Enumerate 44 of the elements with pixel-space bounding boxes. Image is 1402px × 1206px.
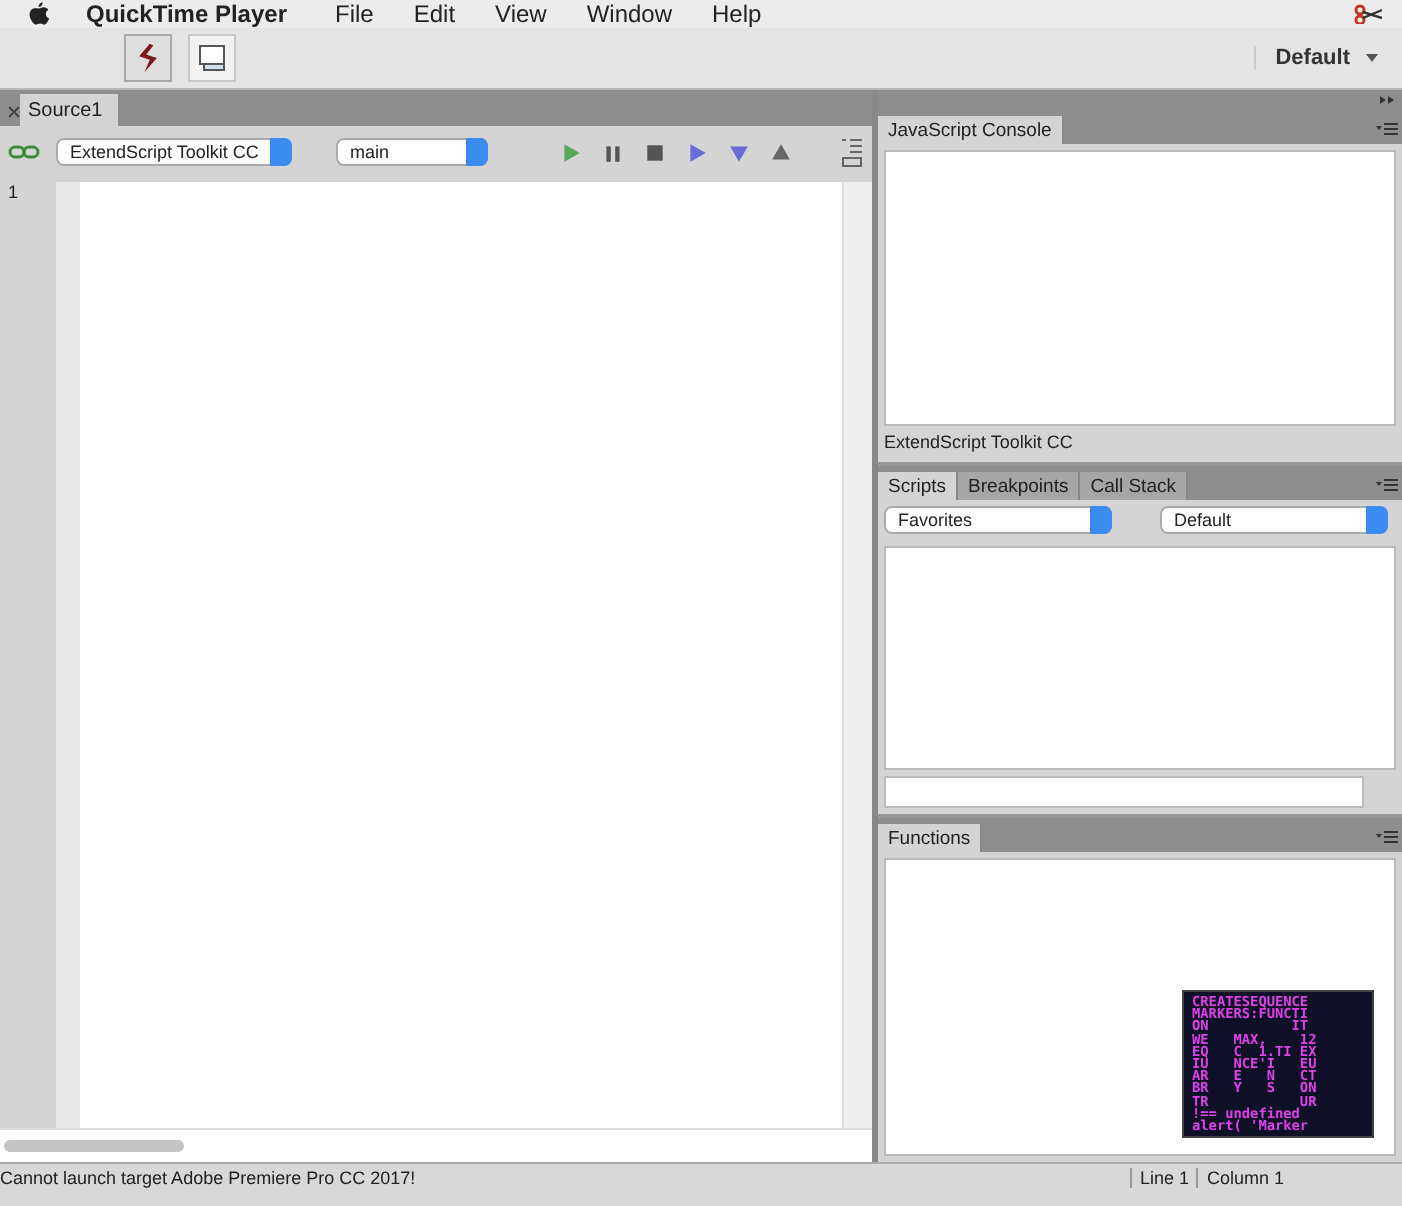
menu-item[interactable]: Help [712,0,762,28]
document-tab[interactable]: Source1 [20,94,119,126]
link-icon[interactable] [8,144,40,160]
panel-tab[interactable]: Functions [878,824,983,852]
close-icon[interactable] [8,106,20,118]
target-dropdown[interactable]: ExtendScript Toolkit CC [56,138,292,166]
caret-icon[interactable] [1366,54,1378,62]
panel-tab[interactable]: Scripts [878,472,959,500]
panel-menu-icon[interactable] [1376,478,1398,492]
run-icon[interactable] [560,141,582,163]
panel-menu-icon[interactable] [1376,830,1398,844]
monitor-icon [196,42,228,74]
scissors-icon[interactable] [1354,4,1382,24]
input-field[interactable] [884,776,1364,808]
panel-tab[interactable]: Breakpoints [958,472,1081,500]
panel-menu-icon[interactable] [1376,122,1398,136]
engine-dropdown[interactable]: main [336,138,488,166]
step-out-icon[interactable] [770,141,792,163]
menu-item[interactable]: View [495,0,547,28]
status-message: Cannot launch target Adobe Premiere Pro CC 2017! [0,1168,416,1188]
apple-icon[interactable] [28,1,50,27]
menu-item[interactable]: Window [586,0,673,28]
category-dropdown[interactable]: Favorites [884,506,1112,534]
app-name[interactable]: QuickTime Player [86,0,287,28]
window-button[interactable] [188,34,236,82]
step-into-icon[interactable] [728,141,750,163]
step-over-icon[interactable] [686,141,708,163]
menu-item[interactable]: File [335,0,374,28]
workspace-dropdown[interactable]: Default [1253,46,1350,70]
scope-dropdown[interactable]: Default [1160,506,1388,534]
line-indicator: Line 1 [1129,1168,1197,1188]
panel-tab[interactable]: Call Stack [1080,472,1188,500]
console-target: ExtendScript Toolkit CC [884,430,1075,456]
panel-tab[interactable]: JavaScript Console [878,116,1064,144]
menu-item[interactable]: Edit [413,0,456,28]
script-editor-button[interactable] [124,34,172,82]
collapse-icon[interactable] [1380,96,1396,104]
vertical-scrollbar[interactable] [842,182,872,1128]
scrollbar-thumb[interactable] [4,1140,184,1152]
panel-menu-icon[interactable] [840,136,864,168]
stop-icon[interactable] [644,141,666,163]
line-number: 1 [8,182,19,202]
pause-icon[interactable] [602,141,624,163]
column-indicator: Column 1 [1196,1168,1312,1188]
